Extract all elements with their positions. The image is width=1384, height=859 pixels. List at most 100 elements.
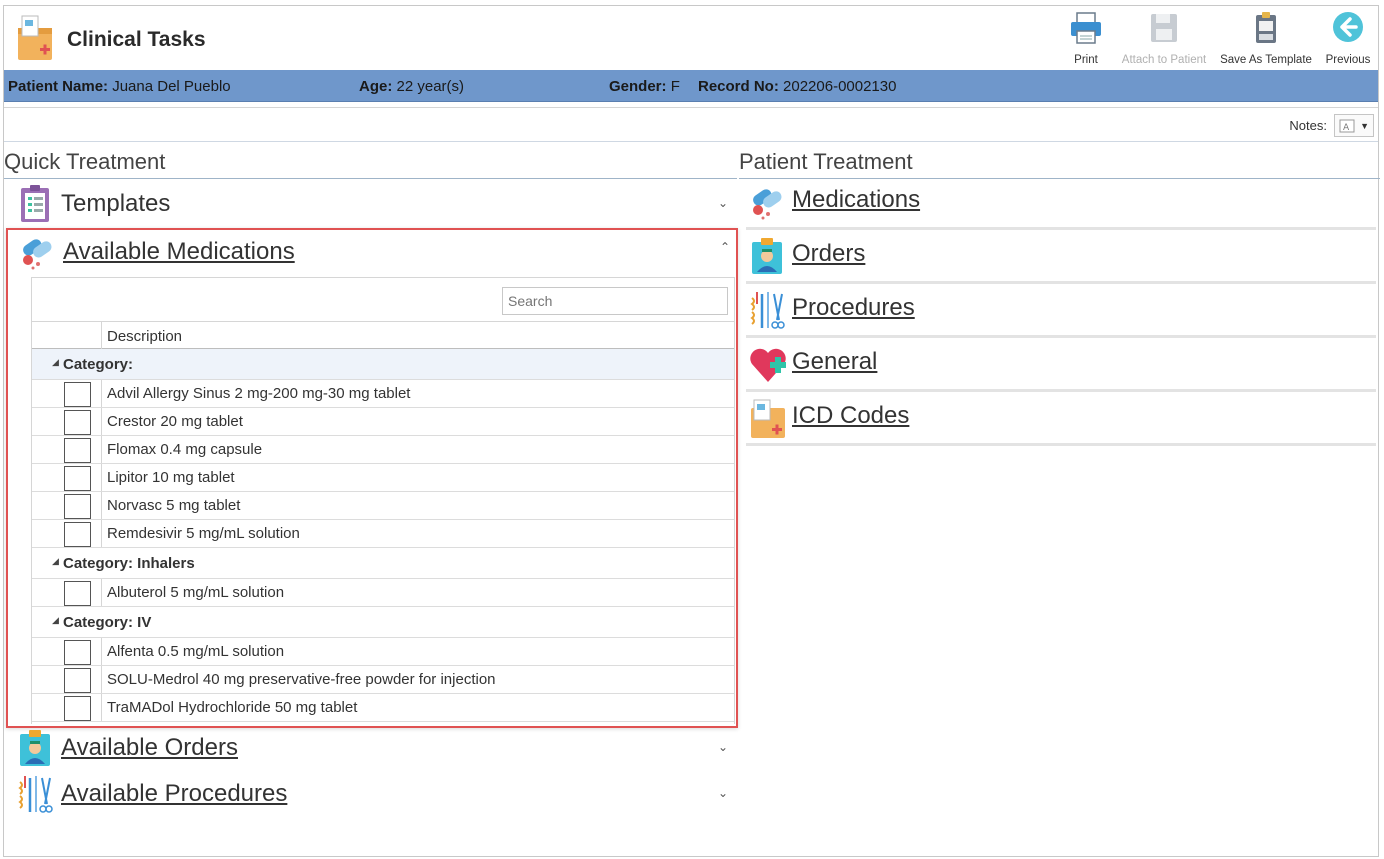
notes-row: Notes: A ▼ [4,107,1378,142]
select-checkbox[interactable] [64,581,91,606]
attach-to-patient-button[interactable]: Attach to Patient [1114,6,1214,70]
select-checkbox[interactable] [64,382,91,407]
checkbox-cell [32,666,102,693]
pills-icon [23,239,52,270]
select-checkbox[interactable] [64,696,91,721]
available-medications-header[interactable]: Available Medications ⌃ [16,230,732,272]
pt-item-label: Medications [792,186,921,213]
patient-age-label: Age: [359,78,393,95]
select-checkbox[interactable] [64,668,91,693]
select-checkbox[interactable] [64,522,91,547]
table-row[interactable]: SOLU-Medrol 40 mg preservative-free powd… [32,666,734,694]
clipboard-save-icon [1256,12,1276,43]
save-as-template-button[interactable]: Save As Template [1214,6,1318,70]
collapse-triangle-icon[interactable]: ◢ [52,556,59,567]
available-medications-panel: Available Medications ⌃ Description ◢ Cat… [6,228,738,728]
table-row[interactable]: Alfenta 0.5 mg/mL solution [32,638,734,666]
checkbox-cell [32,492,102,519]
table-row[interactable]: Lipitor 10 mg tablet [32,464,734,492]
table-row[interactable]: Remdesivir 5 mg/mL solution [32,520,734,548]
description-column-header[interactable]: Description [107,328,182,345]
select-checkbox[interactable] [64,466,91,491]
chevron-down-icon[interactable]: ⌄ [718,740,728,754]
medication-description: Advil Allergy Sinus 2 mg-200 mg-30 mg ta… [107,385,411,402]
toolbar: Print Attach to Patient Save As Template [1058,6,1378,70]
medication-description: Albuterol 5 mg/mL solution [107,584,285,601]
category-group-row[interactable]: ◢ Category: IV [32,607,734,638]
surgical-tools-icon [18,776,53,813]
pt-item-icd-codes[interactable]: ICD Codes [746,394,1376,446]
notes-dropdown[interactable]: A ▼ [1334,114,1374,137]
doctor-badge-icon [752,238,782,274]
pt-item-label: General [792,348,878,375]
collapse-triangle-icon[interactable]: ◢ [52,357,59,368]
collapse-triangle-icon[interactable]: ◢ [52,615,59,626]
pt-item-medications[interactable]: Medications [746,178,1376,230]
select-checkbox[interactable] [64,410,91,435]
clipboard-list-icon [21,185,49,222]
medication-description: Crestor 20 mg tablet [107,413,243,430]
category-label: Category: [63,356,134,373]
select-checkbox[interactable] [64,438,91,463]
pt-item-label: Orders [792,240,866,267]
pt-item-orders[interactable]: Orders [746,232,1376,284]
print-label: Print [1074,54,1098,66]
table-row[interactable]: Flomax 0.4 mg capsule [32,436,734,464]
available-orders-header[interactable]: Available Orders ⌄ [14,726,730,768]
pt-item-procedures[interactable]: Procedures [746,286,1376,338]
table-row[interactable]: TraMADol Hydrochloride 50 mg tablet [32,694,734,722]
pills-icon [753,189,782,220]
available-procedures-header[interactable]: Available Procedures ⌄ [14,772,730,814]
table-row[interactable]: Advil Allergy Sinus 2 mg-200 mg-30 mg ta… [32,380,734,408]
select-checkbox[interactable] [64,640,91,665]
pt-item-label: Procedures [792,294,915,321]
available-orders-label: Available Orders [61,734,238,761]
previous-label: Previous [1325,54,1371,66]
patient-name-value: Juana Del Pueblo [112,78,231,95]
doctor-badge-icon [20,730,50,766]
templates-label: Templates [61,190,171,217]
medication-description: SOLU-Medrol 40 mg preservative-free powd… [107,671,496,688]
checkbox-cell [32,408,102,435]
notes-document-icon: A [1339,119,1355,133]
patient-name-label: Patient Name: [8,78,109,95]
patient-gender-label: Gender: [609,78,667,95]
quick-treatment-heading: Quick Treatment [4,149,166,174]
category-label: Category: Inhalers [63,555,195,572]
previous-button[interactable]: Previous [1318,6,1378,70]
app-window: Clinical Tasks Print Attach to Patient S… [3,5,1380,857]
app-header: Clinical Tasks Print Attach to Patient S… [4,6,1378,70]
chevron-down-icon[interactable]: ⌄ [718,196,728,210]
medications-grid: Description ◢ Category: Advil Allergy Sinu… [31,277,735,724]
table-row[interactable]: Norvasc 5 mg tablet [32,492,734,520]
category-label: Category: IV [63,614,152,631]
category-group-row[interactable]: ◢ Category: [32,349,734,380]
checkbox-cell [32,464,102,491]
category-group-row[interactable]: ◢ Category: Inhalers [32,548,734,579]
medication-description: Norvasc 5 mg tablet [107,497,241,514]
checkbox-cell [32,579,102,606]
patient-age-value: 22 year(s) [396,78,465,95]
chevron-up-icon[interactable]: ⌃ [720,240,730,254]
save-disk-icon [1151,14,1177,42]
select-checkbox[interactable] [64,494,91,519]
table-row[interactable]: Crestor 20 mg tablet [32,408,734,436]
quick-treatment-divider [4,178,737,179]
medication-description: Remdesivir 5 mg/mL solution [107,525,300,542]
checkbox-cell [32,520,102,547]
heart-medical-icon [750,348,786,382]
pt-item-general[interactable]: General [746,340,1376,392]
templates-panel-header[interactable]: Templates ⌄ [14,182,730,224]
grid-header: Description [32,321,734,349]
print-button[interactable]: Print [1058,6,1114,70]
medication-description: Flomax 0.4 mg capsule [107,441,263,458]
clinical-folder-icon [18,15,52,60]
table-row[interactable]: Albuterol 5 mg/mL solution [32,579,734,607]
checkbox-cell [32,380,102,407]
patient-record-value: 202206-0002130 [783,78,897,95]
chevron-down-icon[interactable]: ⌄ [718,786,728,800]
search-input[interactable] [502,287,728,315]
svg-text:A: A [1343,123,1350,133]
medication-description: TraMADol Hydrochloride 50 mg tablet [107,699,358,716]
back-arrow-icon [1333,12,1363,42]
